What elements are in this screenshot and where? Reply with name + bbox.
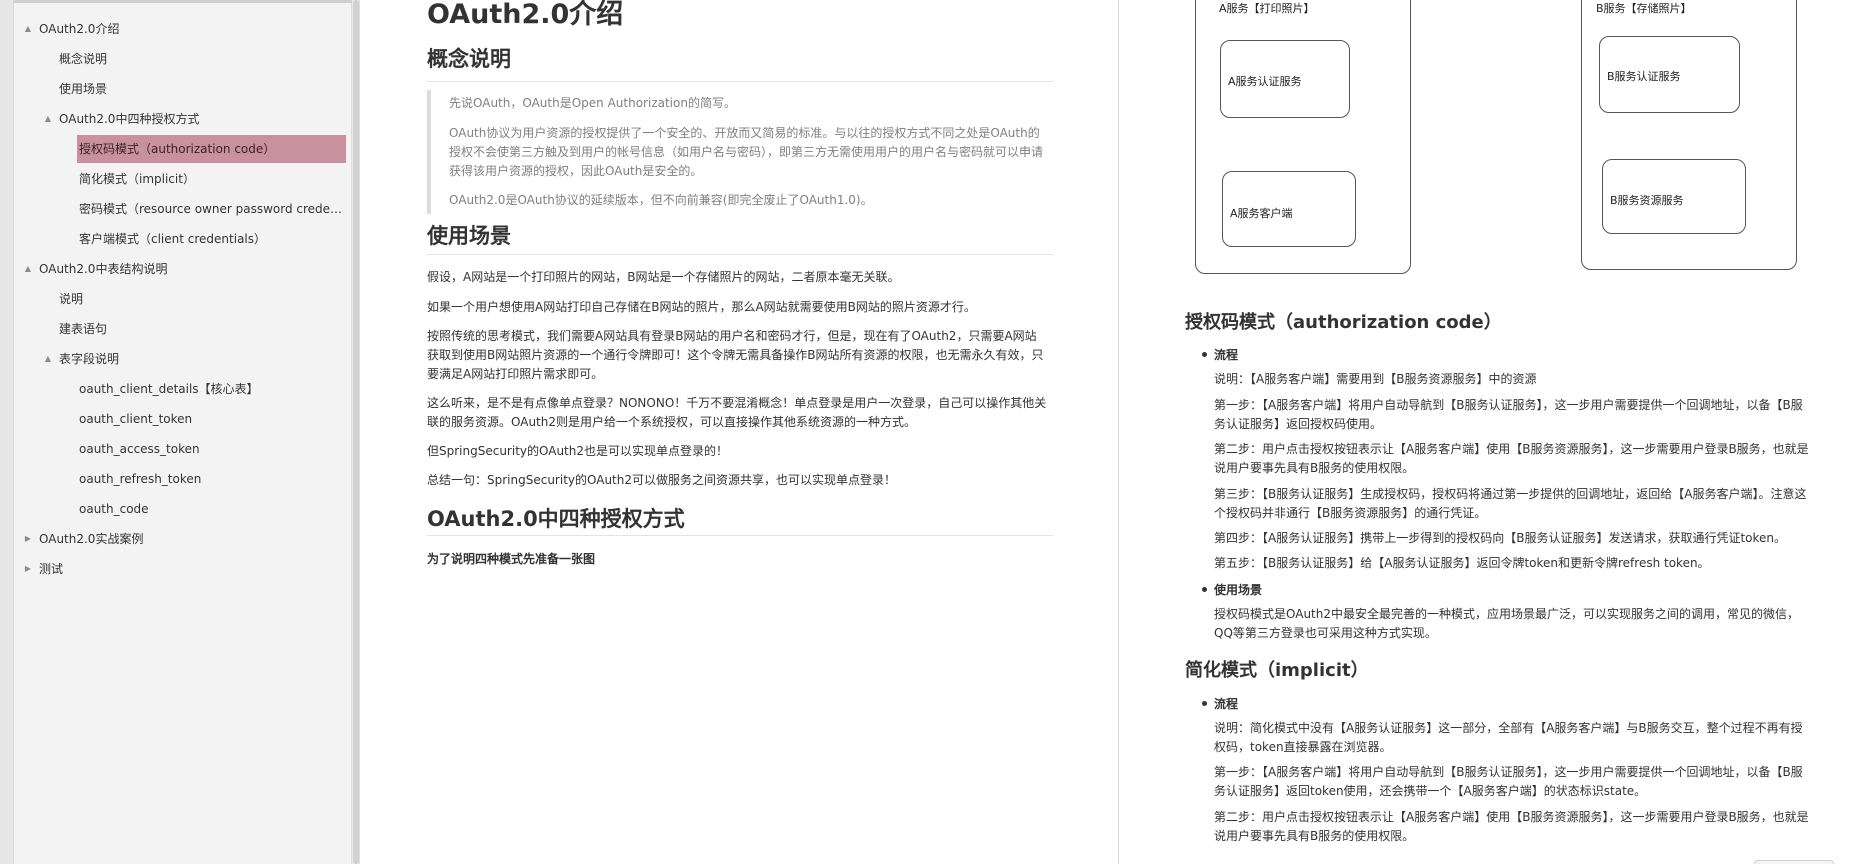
- outline-item-label: OAuth2.0实战案例: [39, 532, 144, 546]
- outline-item-label: OAuth2.0介绍: [39, 22, 120, 36]
- outline-item-explanation[interactable]: 说明: [16, 284, 350, 314]
- quote-paragraph: OAuth协议为用户资源的授权提供了一个安全的、开放而又简易的标准。与以往的授权…: [449, 126, 1044, 178]
- heading-four-grants: OAuth2.0中四种授权方式: [427, 507, 685, 531]
- a-client-box: A服务客户端: [1222, 171, 1356, 247]
- outline-item-oauth-client-details[interactable]: oauth_client_details【核心表】: [16, 374, 350, 404]
- scenario-paragraph: 但SpringSecurity的OAuth2也是可以实现单点登录的！: [427, 444, 728, 458]
- outline-item-label: OAuth2.0中四种授权方式: [59, 112, 200, 126]
- authcode-paragraph: 第四步：【A服务认证服务】携带上一步得到的授权码向【B服务认证服务】发送请求，获…: [1214, 531, 1787, 545]
- scenario-paragraph: 这么听来，是不是有点像单点登录？NONONO！千万不要混淆概念！单点登录是用户一…: [427, 396, 1047, 429]
- collapse-icon[interactable]: ▲: [42, 104, 54, 134]
- outline-item-oauth2-intro[interactable]: ▲ OAuth2.0介绍: [16, 14, 350, 44]
- implicit-paragraph: 第二步：用户点击授权按钮表示让【A服务客户端】使用【B服务资源服务】，这一步需要…: [1214, 810, 1809, 843]
- grants-note: 为了说明四种模式先准备一张图: [427, 552, 596, 566]
- authcode-paragraph: 第三步：【B服务认证服务】生成授权码，授权码将通过第一步提供的回调地址，返回给【…: [1214, 487, 1807, 520]
- outline-item-label: oauth_client_details【核心表】: [79, 382, 259, 396]
- outline-item-authorization-code[interactable]: 授权码模式（authorization code）: [16, 134, 350, 164]
- services-diagram: A服务【打印照片】 A服务认证服务 A服务客户端 B服务【存储照片】 B服务认证…: [1186, 0, 1806, 276]
- collapse-icon[interactable]: ▲: [22, 14, 34, 44]
- outline-item-label: 密码模式（resource owner password credentials…: [79, 202, 346, 216]
- authcode-paragraph: 第二步：用户点击授权按钮表示让【A服务客户端】使用【B服务资源服务】，这一步需要…: [1214, 442, 1809, 475]
- outline-item-password[interactable]: 密码模式（resource owner password credentials…: [16, 194, 350, 224]
- collapse-icon[interactable]: ▲: [22, 254, 34, 284]
- sidebar-edge: [0, 0, 14, 864]
- outline-item-concept[interactable]: 概念说明: [16, 44, 350, 74]
- quote-paragraph: OAuth2.0是OAuth协议的延续版本，但不向前兼容(即完全废止了OAuth…: [449, 193, 873, 207]
- outline-item-practice[interactable]: ▶ OAuth2.0实战案例: [16, 524, 350, 554]
- outline-item-oauth-access-token[interactable]: oauth_access_token: [16, 434, 350, 464]
- corner-control[interactable]: [1754, 860, 1834, 864]
- sidebar-scrollbar[interactable]: [352, 0, 360, 864]
- outline-sidebar: ▲ OAuth2.0介绍概念说明使用场景 ▲ OAuth2.0中四种授权方式授权码模式…: [0, 0, 352, 864]
- outline-item-label: 授权码模式（authorization code）: [77, 135, 346, 163]
- authcode-scenario: 授权码模式是OAuth2中最安全最完善的一种模式，应用场景最广泛，可以实现服务之…: [1214, 607, 1799, 640]
- authcode-paragraph: 第五步：【B服务认证服务】给【A服务认证服务】返回令牌token和更新令牌ref…: [1214, 556, 1710, 570]
- b-auth-service-box: B服务认证服务: [1599, 36, 1740, 113]
- outline-item-client-credentials[interactable]: 客户端模式（client credentials）: [16, 224, 350, 254]
- implicit-paragraph: 第一步：【A服务客户端】将用户自动导航到【B服务认证服务】，这一步用户需要提供一…: [1214, 765, 1803, 798]
- outline-item-implicit[interactable]: 简化模式（implicit）: [16, 164, 350, 194]
- concept-blockquote: 先说OAuth，OAuth是Open Authorization的简写。 OAu…: [427, 90, 1053, 214]
- outline-item-oauth-refresh-token[interactable]: oauth_refresh_token: [16, 464, 350, 494]
- heading-divider: [427, 535, 1053, 536]
- outline-item-label: 客户端模式（client credentials）: [79, 232, 267, 246]
- outline-item-oauth-client-token[interactable]: oauth_client_token: [16, 404, 350, 434]
- b-auth-service-label: B服务认证服务: [1607, 70, 1681, 83]
- outline-item-label: oauth_code: [79, 502, 149, 516]
- heading-scenarios: 使用场景: [427, 224, 511, 248]
- scenario-paragraph: 如果一个用户想使用A网站打印自己存储在B网站的照片，那么A网站就需要使用B网站的…: [427, 300, 976, 314]
- service-b-caption: B服务【存储照片】: [1596, 2, 1692, 15]
- expand-icon[interactable]: ▶: [22, 554, 34, 584]
- outline-item-scenarios[interactable]: 使用场景: [16, 74, 350, 104]
- outline-item-label: 建表语句: [59, 322, 108, 336]
- sidebar-top-line: [14, 0, 352, 3]
- heading-implicit: 简化模式（implicit）: [1185, 660, 1369, 681]
- heading-concept: 概念说明: [427, 47, 511, 71]
- authcode-paragraph: 第一步：【A服务客户端】将用户自动导航到【B服务认证服务】，这一步用户需要提供一…: [1214, 398, 1803, 431]
- outline-item-label: oauth_client_token: [79, 412, 193, 426]
- flow-label: 流程: [1201, 697, 1239, 711]
- service-a-caption: A服务【打印照片】: [1219, 2, 1315, 15]
- outline-item-label: oauth_access_token: [79, 442, 200, 456]
- outline-item-table-fields[interactable]: ▲ 表字段说明: [16, 344, 350, 374]
- outline-item-label: 简化模式（implicit）: [79, 172, 195, 186]
- expand-icon[interactable]: ▶: [22, 524, 34, 554]
- implicit-paragraph: 说明：简化模式中没有【A服务认证服务】这一部分，全部有【A服务客户端】与B服务交…: [1214, 721, 1803, 754]
- outline-item-test[interactable]: ▶ 测试: [16, 554, 350, 584]
- scenario-paragraph: 按照传统的思考模式，我们需要A网站具有登录B网站的用户名和密码才行，但是，现在有…: [427, 329, 1044, 381]
- collapse-icon[interactable]: ▲: [42, 344, 54, 374]
- authcode-paragraph: 说明：【A服务客户端】需要用到【B服务资源服务】中的资源: [1214, 372, 1537, 386]
- heading-authorization-code: 授权码模式（authorization code）: [1185, 312, 1502, 333]
- outline-item-label: 表字段说明: [59, 352, 120, 366]
- outline-item-label: 概念说明: [59, 52, 108, 66]
- outline-item-create-table[interactable]: 建表语句: [16, 314, 350, 344]
- scenario-paragraph: 假设，A网站是一个打印照片的网站，B网站是一个存储照片的网站，二者原本毫无关联。: [427, 270, 900, 284]
- sidebar-scrollbar-thumb[interactable]: [353, 0, 359, 864]
- markdown-editor: ▲ OAuth2.0介绍 概念说明 使用场景 ▲ OAuth2.0中四种授权方式 授权码模式…: [0, 0, 1849, 864]
- outline-tree: ▲ OAuth2.0介绍概念说明使用场景 ▲ OAuth2.0中四种授权方式授权码模式…: [16, 14, 350, 584]
- quote-paragraph: 先说OAuth，OAuth是Open Authorization的简写。: [449, 96, 736, 110]
- doc-title: OAuth2.0介绍: [427, 0, 624, 30]
- b-resource-service-label: B服务资源服务: [1610, 194, 1684, 207]
- outline-item-label: 使用场景: [59, 82, 108, 96]
- scenario-paragraph: 总结一句：SpringSecurity的OAuth2可以做服务之间资源共享，也可…: [427, 473, 896, 487]
- a-auth-service-label: A服务认证服务: [1228, 75, 1302, 88]
- heading-divider: [427, 254, 1053, 255]
- heading-divider: [427, 81, 1053, 82]
- outline-item-four-grants[interactable]: ▲ OAuth2.0中四种授权方式: [16, 104, 350, 134]
- outline-item-label: 说明: [59, 292, 84, 306]
- outline-item-oauth-code[interactable]: oauth_code: [16, 494, 350, 524]
- a-client-label: A服务客户端: [1230, 207, 1293, 220]
- column-divider: [1118, 0, 1119, 864]
- outline-item-label: oauth_refresh_token: [79, 472, 202, 486]
- flow-label: 流程: [1201, 348, 1239, 362]
- scenario-label: 使用场景: [1201, 583, 1263, 597]
- outline-item-label: 测试: [39, 562, 64, 576]
- outline-item-label: OAuth2.0中表结构说明: [39, 262, 168, 276]
- outline-item-table-structure[interactable]: ▲ OAuth2.0中表结构说明: [16, 254, 350, 284]
- b-resource-service-box: B服务资源服务: [1602, 159, 1746, 234]
- a-auth-service-box: A服务认证服务: [1220, 40, 1350, 118]
